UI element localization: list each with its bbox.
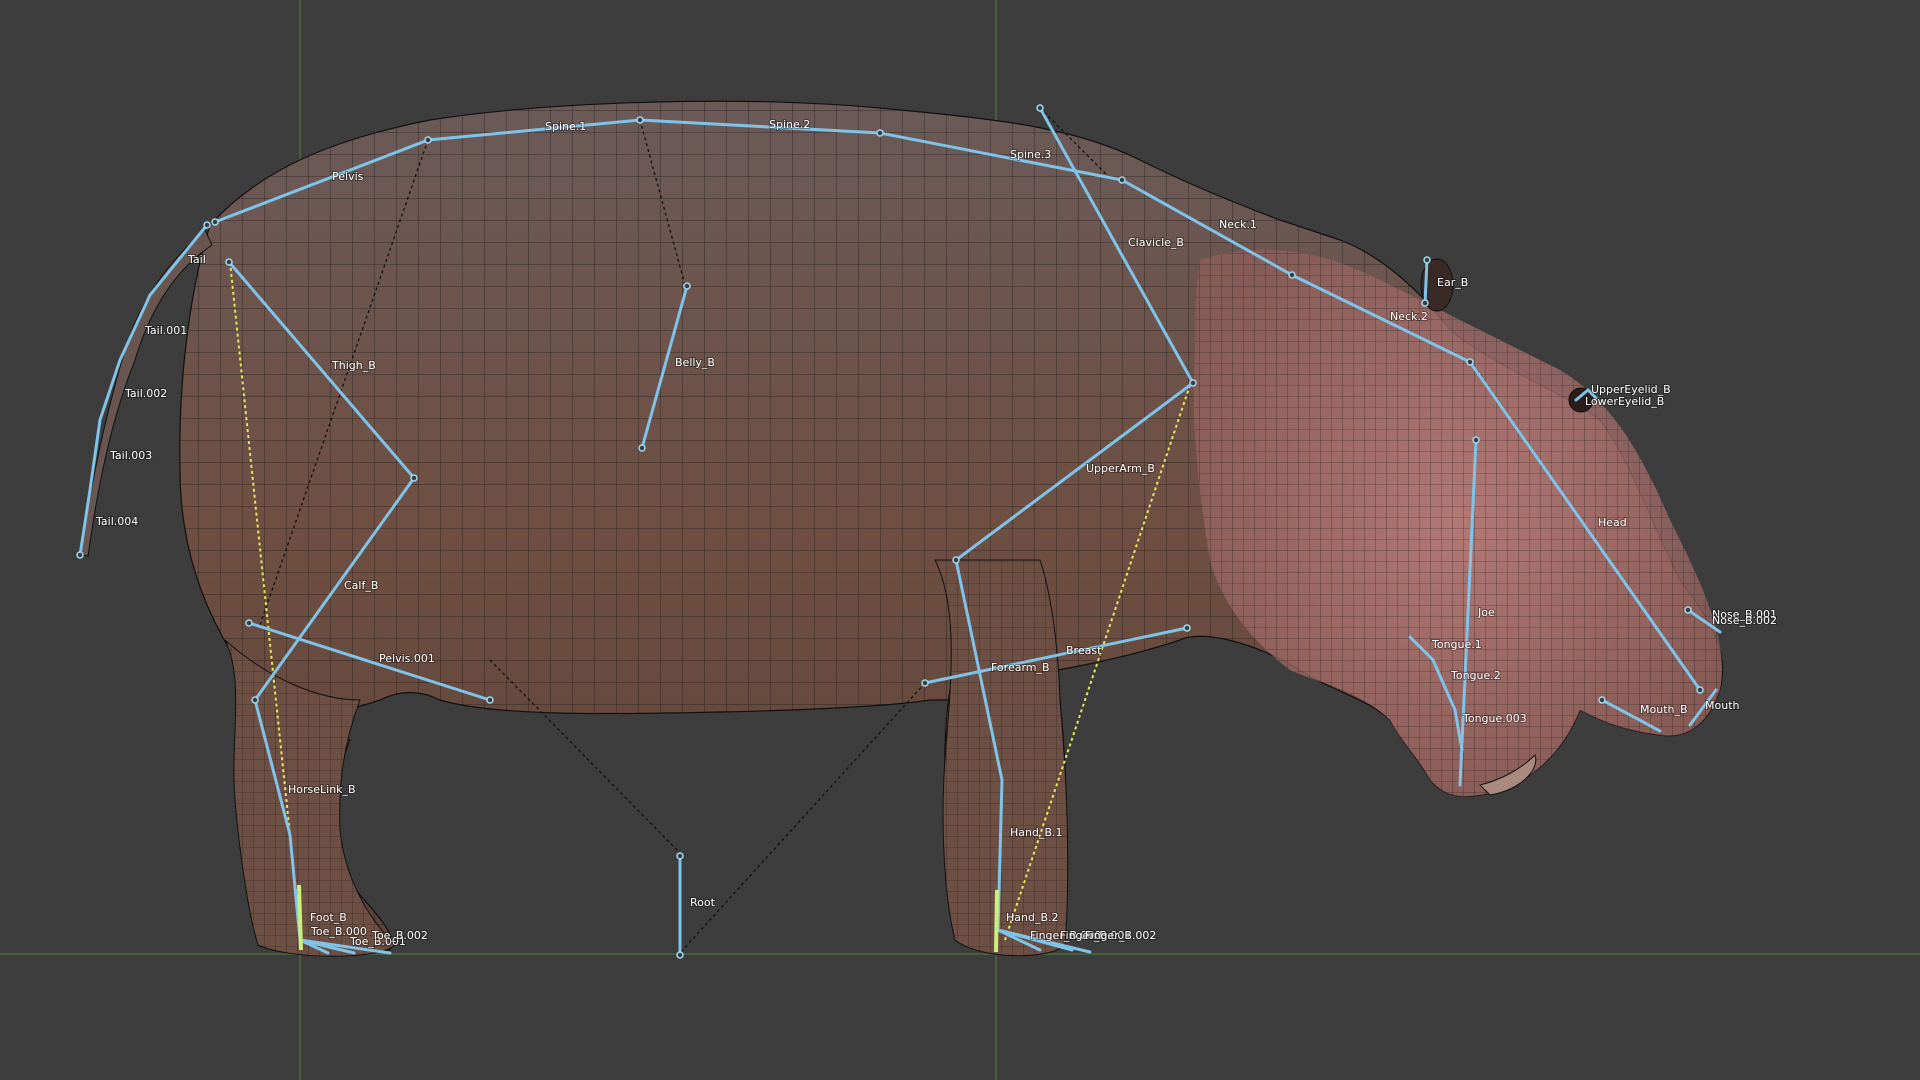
3d-viewport[interactable]: Spine.1 Spine.2 Spine.3 Pelvis Tail Tail… [0, 0, 1920, 1080]
label-upperarm: UpperArm_B [1086, 462, 1155, 475]
label-head: Head [1598, 516, 1627, 529]
label-foot: Foot_B [310, 911, 347, 924]
label-neck-2: Neck.2 [1390, 310, 1428, 323]
label-tail: Tail [187, 253, 206, 266]
label-mouth-b: Mouth_B [1640, 703, 1688, 716]
label-ear: Ear_B [1437, 276, 1468, 289]
label-toe-c: Toe_B.002 [371, 929, 428, 942]
label-hand-1: Hand_B.1 [1010, 826, 1063, 839]
viewport-canvas[interactable]: Spine.1 Spine.2 Spine.3 Pelvis Tail Tail… [0, 0, 1920, 1080]
label-belly: Belly_B [675, 356, 715, 369]
label-hand-2: Hand_B.2 [1006, 911, 1059, 924]
label-tail-001: Tail.001 [144, 324, 187, 337]
bone-ear [1423, 258, 1429, 305]
label-pelvis-001: Pelvis.001 [379, 652, 435, 665]
label-jaw: Joe [1477, 606, 1495, 619]
label-root: Root [690, 896, 716, 909]
hippo-mesh[interactable] [79, 100, 1724, 957]
label-tail-003: Tail.003 [109, 449, 152, 462]
label-horselink: HorseLink_B [288, 783, 356, 796]
label-pelvis: Pelvis [332, 170, 364, 183]
label-tail-004: Tail.004 [95, 515, 138, 528]
label-lower-eyelid: LowerEyelid_B [1585, 395, 1664, 408]
label-forearm: Forearm_B [991, 661, 1050, 674]
label-tongue-1: Tongue.1 [1431, 638, 1482, 651]
label-finger-c: Finger_B.002 [1085, 929, 1156, 942]
label-tail-002: Tail.002 [124, 387, 167, 400]
label-thigh: Thigh_B [331, 359, 376, 372]
label-tongue-2: Tongue.2 [1450, 669, 1501, 682]
label-spine-1: Spine.1 [545, 120, 586, 133]
label-breast: Breast [1066, 644, 1102, 657]
label-neck-1: Neck.1 [1219, 218, 1257, 231]
label-tongue-3: Tongue.003 [1462, 712, 1527, 725]
label-nose-2: Nose_B.002 [1712, 614, 1777, 627]
label-mouth: Mouth [1705, 699, 1740, 712]
label-spine-2: Spine.2 [769, 118, 810, 131]
label-clavicle: Clavicle_B [1128, 236, 1184, 249]
label-spine-3: Spine.3 [1010, 148, 1051, 161]
label-calf: Calf_B [344, 579, 378, 592]
